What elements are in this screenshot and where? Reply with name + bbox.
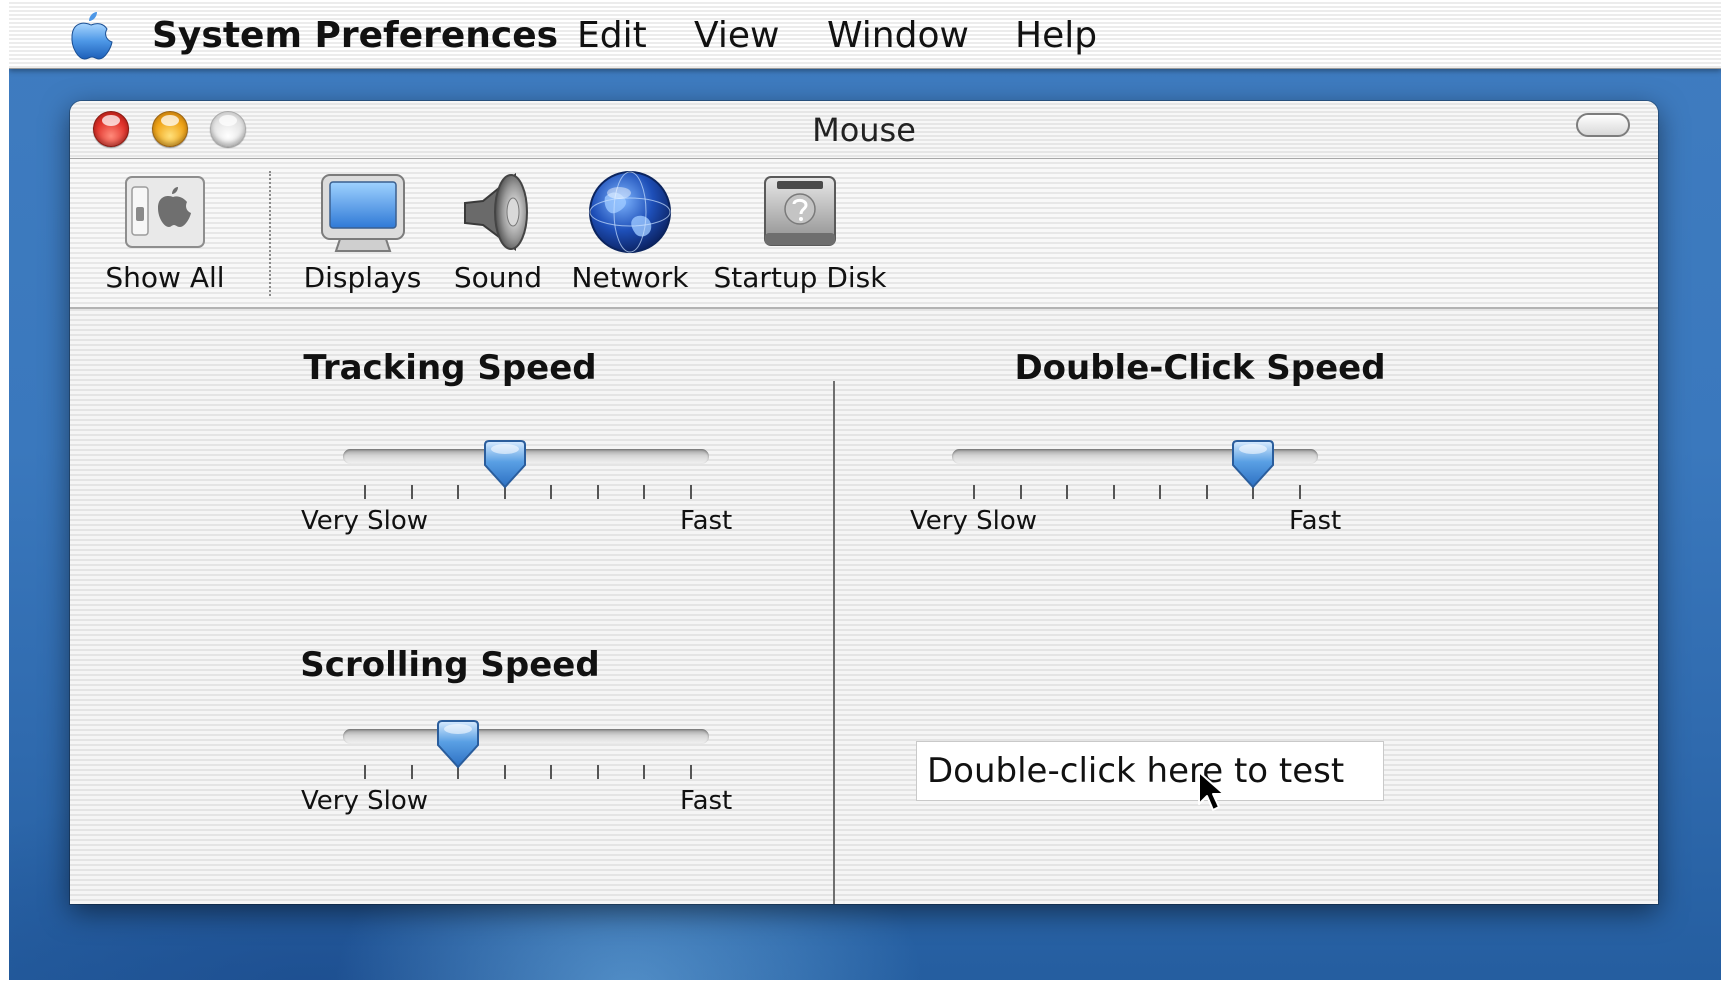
toolbar-separator: [269, 171, 271, 296]
menu-edit[interactable]: Edit: [577, 14, 647, 58]
displays-icon: [320, 174, 405, 252]
slider-thumb[interactable]: [1231, 439, 1275, 489]
mouse-settings-pane: Tracking Speed Very Slow Fast Scrolling …: [70, 309, 1658, 904]
toolbar-item-label: Displays: [303, 261, 422, 294]
slider-tick: [1205, 485, 1208, 499]
slider-min-label: Very Slow: [910, 506, 1038, 536]
toolbar-item-startup-disk[interactable]: Startup Disk: [710, 167, 890, 301]
toolbar-item-sound[interactable]: Sound: [438, 167, 558, 301]
slider-min-label: Very Slow: [301, 786, 429, 816]
slider-tick: [550, 765, 553, 779]
slider-tick: [973, 485, 975, 499]
slider-tick: [410, 765, 413, 779]
toolbar-item-label: Startup Disk: [713, 261, 887, 294]
startup-disk-icon: [764, 176, 836, 246]
slider-tick: [1019, 485, 1022, 499]
slider-min-label: Very Slow: [301, 506, 429, 536]
slider-thumb[interactable]: [483, 439, 527, 489]
mouse-preferences-window: Mouse Show All Displays Sound Network St…: [70, 101, 1658, 904]
screen-edge: [0, 980, 1721, 995]
slider-tick: [364, 765, 366, 779]
slider-tick: [1159, 485, 1162, 499]
toolbar-item-show-all[interactable]: Show All: [90, 167, 240, 301]
slider-tick: [690, 485, 692, 499]
toolbar-item-network[interactable]: Network: [560, 167, 700, 301]
toolbar-item-label: Show All: [105, 261, 225, 294]
title-bar[interactable]: Mouse: [70, 101, 1658, 159]
double-click-speed-title: Double-Click Speed: [1014, 348, 1386, 388]
slider-tick: [690, 765, 692, 779]
toolbar: Show All Displays Sound Network Startup …: [70, 159, 1658, 309]
slider-tick: [643, 765, 646, 779]
slider-tick: [1066, 485, 1069, 499]
network-icon: [589, 171, 671, 253]
slider-tick: [550, 485, 553, 499]
slider-tick: [364, 485, 366, 499]
show-all-icon: [125, 176, 205, 248]
menu-help[interactable]: Help: [1015, 14, 1097, 58]
double-click-test-area[interactable]: Double-click here to test: [916, 741, 1384, 801]
slider-tick: [1299, 485, 1301, 499]
window-title: Mouse: [812, 111, 916, 149]
slider-thumb[interactable]: [436, 719, 480, 769]
menu-system-preferences[interactable]: System Preferences: [152, 14, 558, 58]
tracking-speed-slider[interactable]: Very Slow Fast: [301, 422, 765, 542]
toolbar-item-label: Network: [571, 261, 689, 294]
desktop: System Preferences Edit View Window Help…: [9, 0, 1721, 995]
tracking-speed-title: Tracking Speed: [303, 348, 597, 388]
slider-tick: [596, 765, 599, 779]
slider-tick: [457, 485, 460, 499]
menu-bar: System Preferences Edit View Window Help: [9, 0, 1721, 69]
apple-logo-icon[interactable]: [67, 8, 115, 62]
slider-tick: [643, 485, 646, 499]
mouse-pointer-icon: [1198, 771, 1225, 811]
scrolling-speed-title: Scrolling Speed: [300, 645, 600, 685]
sound-icon: [464, 172, 528, 251]
slider-tick: [1112, 485, 1115, 499]
slider-max-label: Fast: [1289, 506, 1342, 536]
slider-max-label: Fast: [680, 506, 733, 536]
toolbar-item-displays[interactable]: Displays: [290, 167, 435, 301]
screen-edge: [0, 0, 9, 995]
double-click-speed-slider[interactable]: Very Slow Fast: [910, 422, 1374, 542]
slider-tick: [410, 485, 413, 499]
scrolling-speed-slider[interactable]: Very Slow Fast: [301, 702, 765, 822]
slider-tick: [503, 765, 506, 779]
menu-view[interactable]: View: [694, 14, 779, 58]
toolbar-item-label: Sound: [453, 261, 543, 294]
toolbar-toggle-button[interactable]: [1576, 113, 1630, 137]
slider-tick: [596, 485, 599, 499]
slider-track[interactable]: [343, 729, 709, 744]
slider-max-label: Fast: [680, 786, 733, 816]
section-divider: [833, 381, 835, 904]
menu-window[interactable]: Window: [827, 14, 969, 58]
